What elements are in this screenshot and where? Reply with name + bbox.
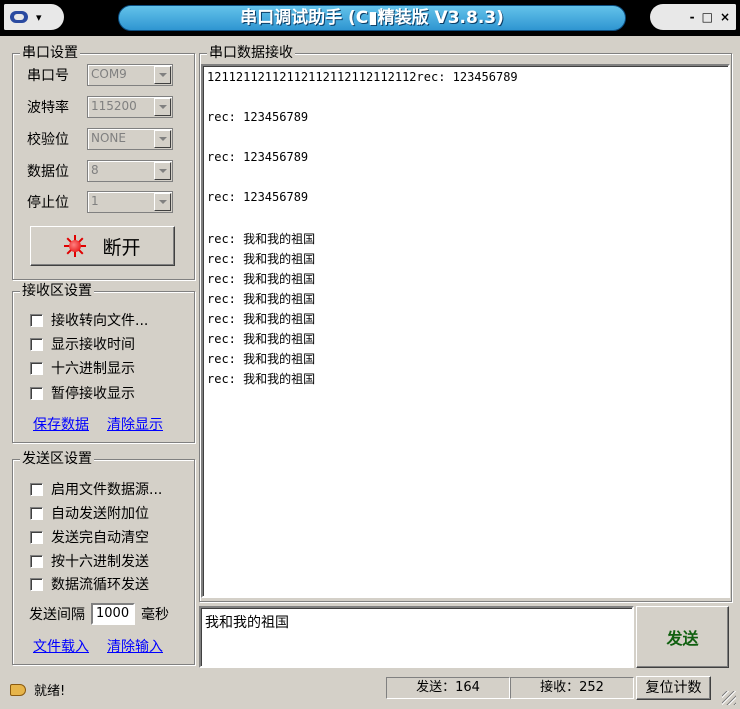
stopbits-row: 停止位 1 xyxy=(27,191,173,213)
file-source-checkbox[interactable]: 启用文件数据源... xyxy=(30,479,162,499)
receive-line: rec: 我和我的祖国 xyxy=(207,272,316,286)
clear-display-link[interactable]: 清除显示 xyxy=(107,414,163,434)
receive-line: rec: 我和我的祖国 xyxy=(207,292,316,306)
port-label: 串口号 xyxy=(27,68,69,84)
receive-line: rec: 123456789 xyxy=(207,110,309,124)
parity-value: NONE xyxy=(91,131,126,145)
loop-send-checkbox[interactable]: 数据流循环发送 xyxy=(30,574,149,594)
sent-count: 发送：164 xyxy=(386,677,510,699)
send-text: 我和我的祖国 xyxy=(205,615,289,631)
resize-grip-icon[interactable] xyxy=(722,691,736,705)
chevron-down-icon[interactable] xyxy=(154,130,171,148)
baud-value: 115200 xyxy=(91,99,137,113)
receive-area-title: 串口数据接收 xyxy=(207,45,295,61)
auto-clear-checkbox[interactable]: 发送完自动清空 xyxy=(30,527,149,547)
parity-select[interactable]: NONE xyxy=(87,128,173,150)
chevron-down-icon[interactable] xyxy=(154,66,171,84)
window-title: 串口调试助手 (C▮精装版 V3.8.3) xyxy=(118,5,626,31)
hex-display-checkbox[interactable]: 十六进制显示 xyxy=(30,358,135,378)
load-file-link[interactable]: 文件载入 xyxy=(33,636,89,656)
receive-line: rec: 我和我的祖国 xyxy=(207,252,316,266)
stopbits-label: 停止位 xyxy=(27,195,69,211)
databits-value: 8 xyxy=(91,163,99,177)
receive-line: rec: 我和我的祖国 xyxy=(207,372,316,386)
system-menu-button[interactable]: ▾ xyxy=(4,4,64,30)
chevron-down-icon[interactable] xyxy=(154,162,171,180)
receive-line: rec: 123456789 xyxy=(207,150,309,164)
interval-unit: 毫秒 xyxy=(141,607,169,623)
disconnect-label: 断开 xyxy=(102,236,141,259)
chevron-down-icon[interactable] xyxy=(154,193,171,211)
stopbits-value: 1 xyxy=(91,194,99,208)
send-interval: 发送间隔 1000 毫秒 xyxy=(29,603,169,625)
port-row: 串口号 COM9 xyxy=(27,64,173,86)
parity-label: 校验位 xyxy=(27,132,69,148)
disconnect-button[interactable]: 断开 xyxy=(30,226,175,266)
minimize-button[interactable]: - xyxy=(690,10,695,24)
baud-row: 波特率 115200 xyxy=(27,96,173,118)
serial-settings-title: 串口设置 xyxy=(20,45,80,61)
baud-label: 波特率 xyxy=(27,100,69,116)
databits-row: 数据位 8 xyxy=(27,160,173,182)
receive-line: rec: 123456789 xyxy=(207,190,309,204)
redirect-to-file-checkbox[interactable]: 接收转向文件... xyxy=(30,310,148,330)
status-ready: 就绪! xyxy=(10,680,65,699)
window-controls: - □ × xyxy=(650,4,736,30)
reset-count-button[interactable]: 复位计数 xyxy=(636,676,711,700)
port-select[interactable]: COM9 xyxy=(87,64,173,86)
interval-input[interactable]: 1000 xyxy=(91,603,135,625)
hand-pointer-icon xyxy=(10,683,26,696)
baud-select[interactable]: 115200 xyxy=(87,96,173,118)
append-bits-checkbox[interactable]: 自动发送附加位 xyxy=(30,503,149,523)
receive-line: rec: 我和我的祖国 xyxy=(207,332,316,346)
parity-row: 校验位 NONE xyxy=(27,128,173,150)
send-textarea[interactable]: 我和我的祖国 xyxy=(199,606,634,668)
stopbits-select[interactable]: 1 xyxy=(87,191,173,213)
app-logo-icon xyxy=(10,11,28,23)
send-button[interactable]: 发送 xyxy=(636,606,729,668)
send-settings-title: 发送区设置 xyxy=(20,451,94,467)
port-value: COM9 xyxy=(91,67,127,81)
save-data-link[interactable]: 保存数据 xyxy=(33,414,89,434)
receive-line: 12112112112112112112112112112rec: 123456… xyxy=(207,70,518,84)
databits-select[interactable]: 8 xyxy=(87,160,173,182)
show-receive-time-checkbox[interactable]: 显示接收时间 xyxy=(30,334,135,354)
ready-text: 就绪! xyxy=(34,684,66,699)
receive-line: rec: 我和我的祖国 xyxy=(207,312,316,326)
receive-settings-title: 接收区设置 xyxy=(20,283,94,299)
receive-textarea[interactable]: 12112112112112112112112112112rec: 123456… xyxy=(201,64,730,598)
dropdown-arrow-icon: ▾ xyxy=(36,10,42,24)
pause-display-checkbox[interactable]: 暂停接收显示 xyxy=(30,383,135,403)
receive-line: rec: 我和我的祖国 xyxy=(207,232,316,246)
databits-label: 数据位 xyxy=(27,164,69,180)
interval-label: 发送间隔 xyxy=(29,607,85,623)
status-led-icon xyxy=(64,235,87,257)
receive-line: rec: 我和我的祖国 xyxy=(207,352,316,366)
chevron-down-icon[interactable] xyxy=(154,98,171,116)
received-count: 接收：252 xyxy=(510,677,634,699)
status-bar: 就绪! 发送：164 接收：252 复位计数 xyxy=(0,672,740,709)
clear-input-link[interactable]: 清除输入 xyxy=(107,636,163,656)
maximize-button[interactable]: □ xyxy=(702,10,713,24)
close-button[interactable]: × xyxy=(720,10,730,24)
title-bar[interactable]: ▾ 串口调试助手 (C▮精装版 V3.8.3) - □ × xyxy=(0,0,740,36)
hex-send-checkbox[interactable]: 按十六进制发送 xyxy=(30,551,149,571)
